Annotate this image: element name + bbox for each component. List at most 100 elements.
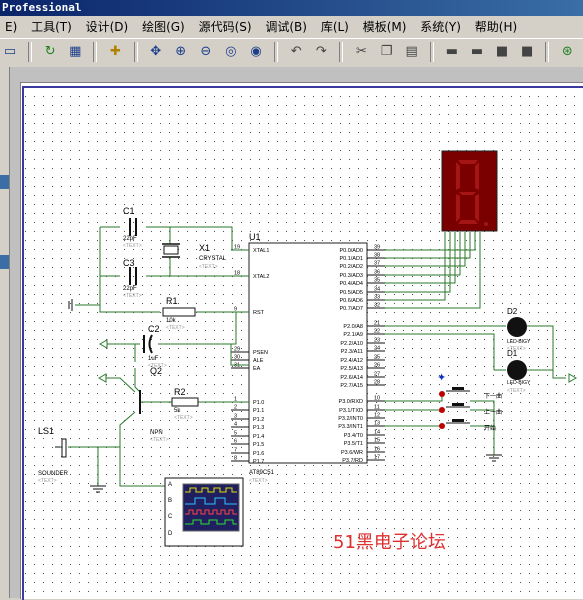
u1-pin-name: XTAL2 (253, 274, 269, 280)
transistor-q2[interactable]: Q2 NPN <TEXT> (139, 366, 169, 443)
u1-pin-name: P0.5/AD5 (339, 290, 363, 296)
u1-pin-name: P3.0/RXD (339, 399, 363, 405)
d2-ref: D2 (507, 307, 518, 316)
c1-ref: C1 (123, 206, 135, 216)
u1-pin-name: P1.6 (253, 451, 264, 457)
u1-pin-name: P0.2/AD2 (339, 264, 363, 270)
u1-pin-name: P1.7 (253, 459, 264, 465)
u1-pin-name: P2.6/A14 (340, 375, 363, 381)
d1-text: <TEXT> (507, 388, 526, 394)
virtual-oscilloscope[interactable]: A B C D (164, 477, 244, 547)
u1-pin-name: P0.4/AD4 (339, 281, 363, 287)
c3-ref: C3 (123, 258, 135, 268)
schematic-drawing[interactable]: U1 AT89C51 <TEXT> 19XTAL118XTAL29RST29PS… (0, 0, 583, 598)
u1-pin-number: 12 (374, 413, 380, 419)
u1-pin-number: 15 (374, 438, 380, 444)
u1-pin-number: 2 (234, 405, 237, 411)
c2-ref: C2 (148, 324, 160, 334)
u1-pin-number: 8 (234, 456, 237, 462)
led-d1[interactable]: D1 LED-BIGY <TEXT> (507, 349, 531, 394)
u1-pin-name: P0.3/AD3 (339, 273, 363, 279)
u1-pin-number: 29 (234, 347, 240, 353)
c3-value: 22pF (123, 286, 137, 292)
capacitor-c1[interactable]: C1 22pF <TEXT> (123, 206, 142, 249)
u1-pin-name: P3.6/WR (341, 450, 363, 456)
u1-pin-number: 5 (234, 431, 237, 437)
scope-channel-d: D (168, 531, 173, 537)
capacitor-c2[interactable]: C2 1uF <TEXT> (143, 324, 167, 369)
u1-pin-number: 26 (374, 363, 380, 369)
u1-pin-number: 16 (374, 447, 380, 453)
u1-pin-number: 34 (374, 287, 380, 293)
button-group: ✦ (437, 372, 446, 384)
u1-pin-name: P3.3/INT1 (338, 424, 363, 430)
r2-value: 5k (174, 408, 181, 414)
c1-text: <TEXT> (123, 243, 142, 249)
u1-pin-name: ALE (253, 358, 264, 364)
c2-value: 1uF (148, 356, 159, 362)
resistor-r2[interactable]: R2 5k <TEXT> (171, 387, 199, 421)
ls1-ref: LS1 (38, 426, 54, 436)
u1-pin-name: P0.0/AD0 (339, 248, 363, 254)
crystal-x1[interactable]: X1 CRYSTAL <TEXT> (162, 243, 227, 270)
u1-pin-name: P0.1/AD1 (339, 256, 363, 262)
u1-pin-name: EA (253, 366, 261, 372)
u1-pin-name: P3.2/INT0 (338, 416, 363, 422)
u1-pin-name: PSEN (253, 350, 268, 356)
u1-pin-number: 10 (374, 396, 380, 402)
u1-pin-name: P2.5/A13 (340, 366, 363, 372)
u1-pin-name: P2.7/A15 (340, 383, 363, 389)
u1-pin-number: 28 (374, 380, 380, 386)
x1-value: CRYSTAL (199, 256, 227, 262)
ground-symbol (90, 485, 106, 493)
u1-pin-number: 32 (374, 303, 380, 309)
ground-symbol (68, 299, 73, 311)
watermark: 51黑电子论坛 (333, 532, 446, 553)
u1-pin-name: RST (253, 310, 265, 316)
u1-ref: U1 (249, 232, 261, 242)
u1-pin-number: 21 (374, 321, 380, 327)
x1-text: <TEXT> (199, 264, 218, 270)
d1-value: LED-BIGY (507, 380, 531, 386)
r1-value: 10k (166, 318, 177, 324)
c3-text: <TEXT> (123, 293, 142, 299)
u1-pin-number: 24 (374, 346, 380, 352)
u1-pin-number: 3 (234, 414, 237, 420)
u1-pin-name: P1.4 (253, 434, 264, 440)
u1-pin-number: 39 (374, 245, 380, 251)
q2-value: NPN (150, 430, 163, 436)
u1-pin-name: P2.2/A10 (340, 341, 363, 347)
u1-pin-number: 38 (374, 253, 380, 259)
c1-value: 22pF (123, 236, 137, 242)
u1-pin-number: 13 (374, 421, 380, 427)
capacitor-c3[interactable]: C3 22pF <TEXT> (123, 258, 142, 299)
q2-text: <TEXT> (150, 437, 169, 443)
button-next[interactable]: 下一曲 (439, 387, 502, 400)
u1-pin-name: P1.2 (253, 417, 264, 423)
seven-segment-display[interactable] (441, 150, 498, 232)
scope-channel-b: B (168, 498, 172, 504)
resistor-r1[interactable]: R1 10k <TEXT> (162, 296, 196, 331)
led-d2[interactable]: D2 LED-BIGY <TEXT> (507, 307, 531, 352)
u1-pin-name: P0.6/AD6 (339, 298, 363, 304)
u1-pin-name: XTAL1 (253, 248, 269, 254)
button-start[interactable]: 开始 (439, 419, 496, 432)
u1-pin-name: P2.4/A12 (340, 358, 363, 364)
power-terminal (568, 373, 578, 383)
x1-ref: X1 (199, 243, 210, 253)
u1-pin-number: 36 (374, 270, 380, 276)
u1-pin-name: P3.7/RD (342, 458, 363, 464)
u1-pin-number: 35 (374, 278, 380, 284)
u1-pin-name: P0.7/AD7 (339, 306, 363, 312)
q2-ref: Q2 (150, 366, 162, 376)
u1-pin-name: P1.0 (253, 400, 264, 406)
u1-pin-number: 17 (374, 455, 380, 461)
u1-pin-name: P1.1 (253, 408, 264, 414)
u1-pin-name: P2.0/A8 (343, 324, 363, 330)
u1-pin-name: P2.3/A11 (341, 349, 363, 355)
u1-pin-name: P3.5/T1 (344, 441, 363, 447)
probe-marker: ✦ (437, 372, 446, 384)
u1-pin-number: 23 (374, 338, 380, 344)
d1-ref: D1 (507, 349, 518, 358)
sounder-ls1[interactable]: LS1 SOUNDER <TEXT> (38, 426, 69, 484)
